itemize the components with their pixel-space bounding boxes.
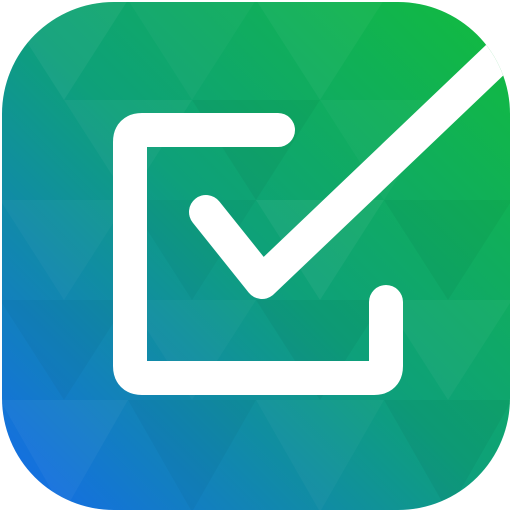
app-icon-graphic	[2, 2, 510, 510]
app-icon[interactable]	[0, 0, 512, 512]
